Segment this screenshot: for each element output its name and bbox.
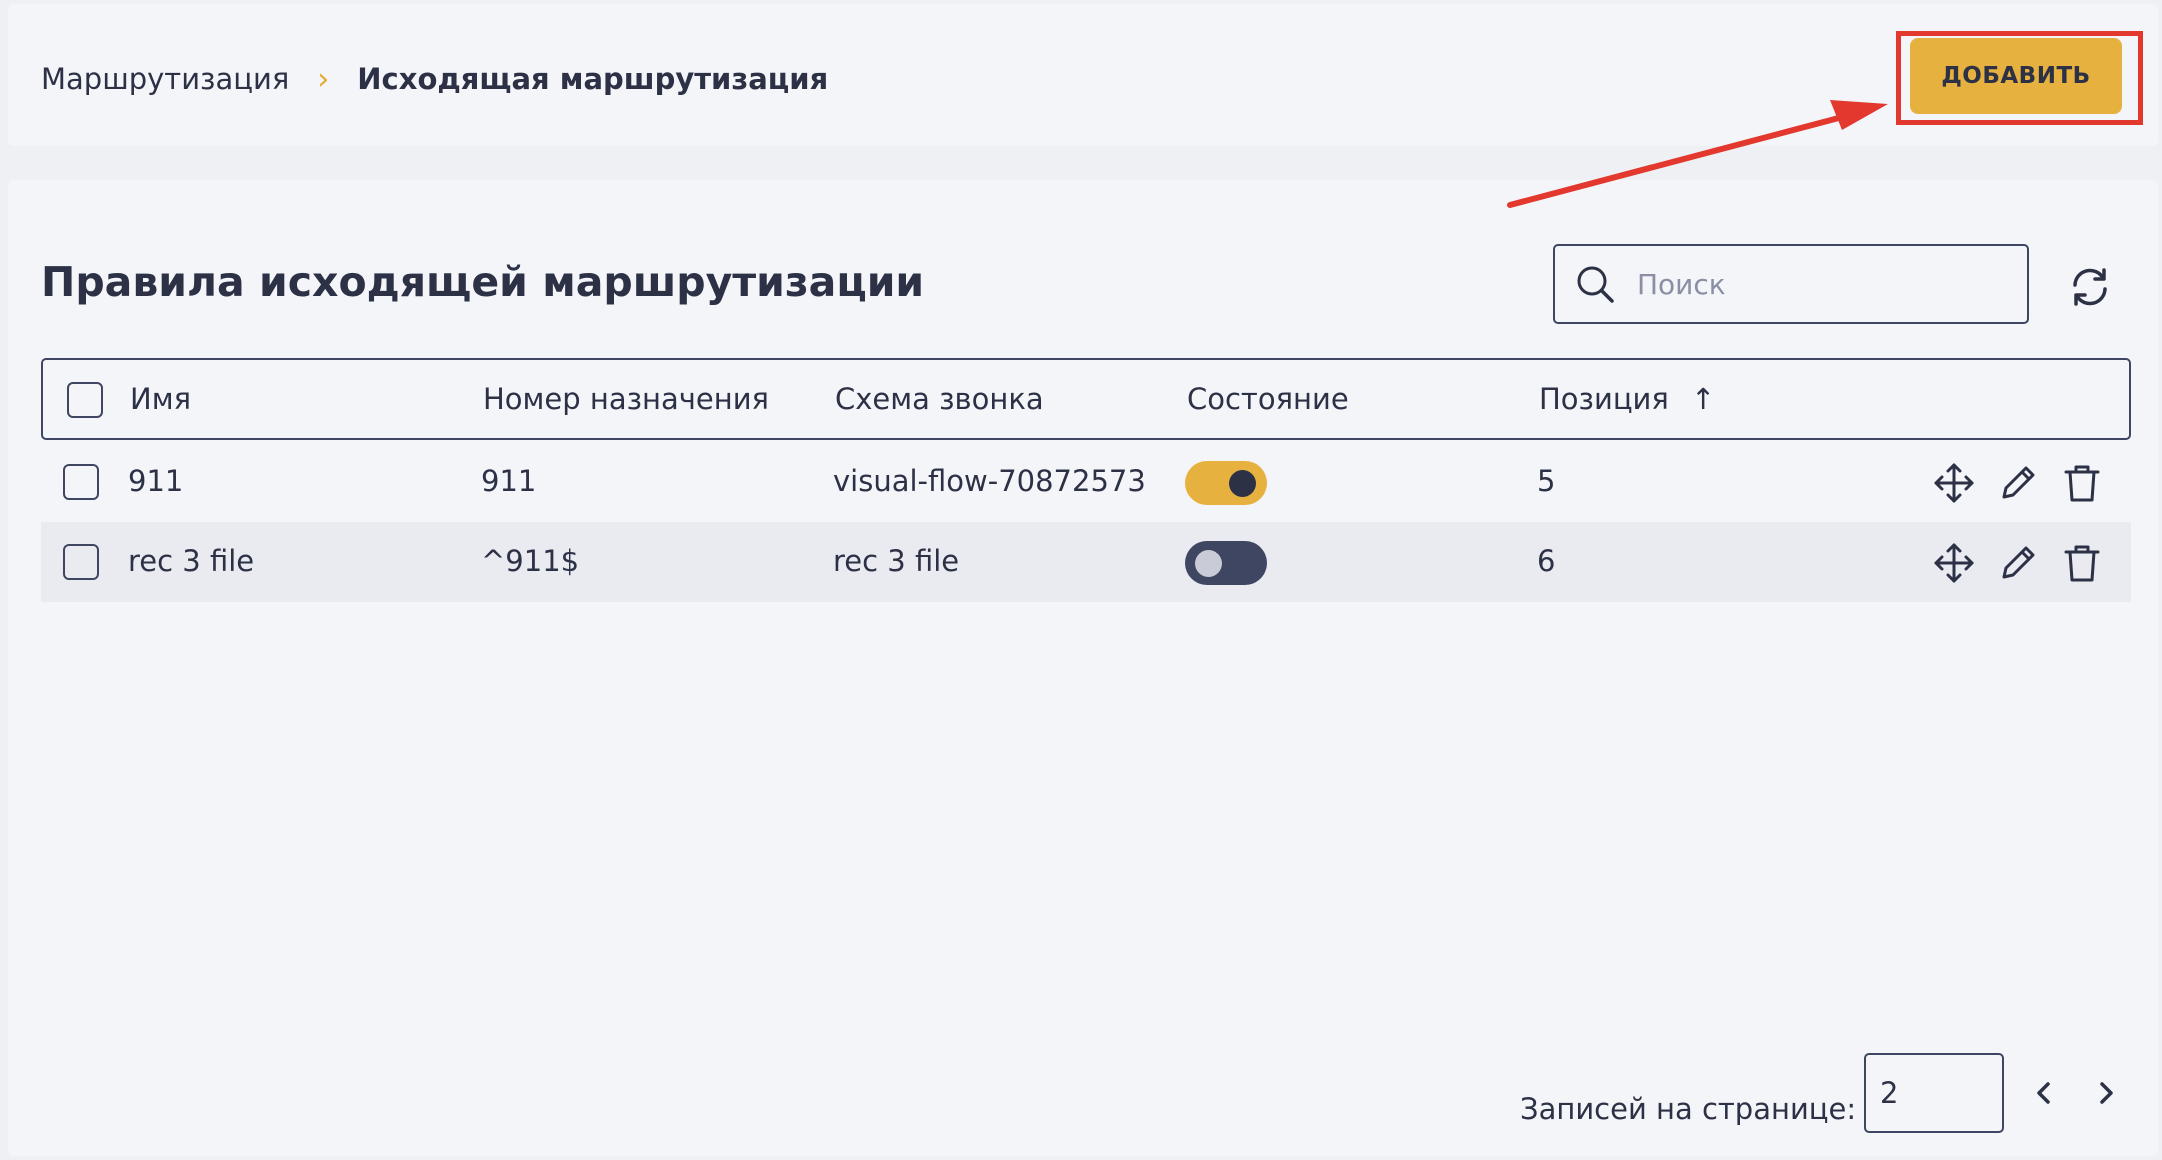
- chevron-right-icon: [2100, 1082, 2113, 1104]
- main-panel: Правила исходящей маршрутизации Имя Номе…: [8, 180, 2158, 1156]
- search-box: [1553, 244, 2029, 324]
- row-checkbox[interactable]: [63, 464, 99, 500]
- table-row[interactable]: 911 911 visual-flow-70872573 5: [41, 442, 2131, 522]
- edit-icon[interactable]: [1995, 540, 2041, 586]
- annotation-highlight-box: [1896, 31, 2143, 125]
- row-actions: [1931, 540, 2105, 586]
- row-destination: 911: [481, 464, 537, 498]
- breadcrumb-current: Исходящая маршрутизация: [357, 62, 829, 96]
- page-header: Маршрутизация › Исходящая маршрутизация: [8, 4, 2158, 146]
- row-checkbox[interactable]: [63, 544, 99, 580]
- edit-icon[interactable]: [1995, 460, 2041, 506]
- state-toggle[interactable]: [1185, 461, 1267, 505]
- breadcrumb-parent[interactable]: Маршрутизация: [41, 62, 289, 96]
- breadcrumb: Маршрутизация › Исходящая маршрутизация: [41, 59, 828, 99]
- select-all-checkbox[interactable]: [67, 382, 103, 418]
- row-position: 6: [1537, 544, 1556, 578]
- move-icon[interactable]: [1931, 460, 1977, 506]
- trash-icon[interactable]: [2059, 540, 2105, 586]
- row-scheme: rec 3 file: [833, 544, 960, 578]
- search-input[interactable]: [1637, 267, 1997, 301]
- column-header-destination[interactable]: Номер назначения: [483, 382, 769, 416]
- row-name: rec 3 file: [128, 544, 255, 578]
- column-header-scheme[interactable]: Схема звонка: [835, 382, 1044, 416]
- toggle-knob: [1195, 550, 1222, 577]
- refresh-icon: [2073, 268, 2107, 306]
- breadcrumb-separator: ›: [317, 61, 330, 97]
- column-header-name[interactable]: Имя: [130, 382, 191, 416]
- page-title: Правила исходящей маршрутизации: [41, 258, 925, 306]
- table-row[interactable]: rec 3 file ^911$ rec 3 file 6: [41, 522, 2131, 602]
- state-toggle[interactable]: [1185, 541, 1267, 585]
- table-header: Имя Номер назначения Схема звонка Состоя…: [41, 358, 2131, 440]
- row-actions: [1931, 460, 2105, 506]
- next-page-button[interactable]: [2086, 1073, 2126, 1113]
- row-destination: ^911$: [481, 544, 580, 578]
- row-position: 5: [1537, 464, 1556, 498]
- page: Маршрутизация › Исходящая маршрутизация …: [0, 0, 2162, 1160]
- column-header-state[interactable]: Состояние: [1187, 382, 1349, 416]
- chevron-left-icon: [2037, 1082, 2050, 1104]
- sort-asc-icon[interactable]: ↑: [1691, 382, 1715, 416]
- per-page-input[interactable]: [1864, 1053, 2004, 1133]
- prev-page-button[interactable]: [2024, 1073, 2064, 1113]
- move-icon[interactable]: [1931, 540, 1977, 586]
- toggle-knob: [1229, 470, 1256, 497]
- refresh-button[interactable]: [2065, 262, 2115, 312]
- row-scheme: visual-flow-70872573: [833, 464, 1146, 498]
- trash-icon[interactable]: [2059, 460, 2105, 506]
- row-name: 911: [128, 464, 184, 498]
- search-icon: [1577, 266, 1614, 303]
- column-header-position[interactable]: Позиция: [1539, 382, 1669, 416]
- pager-label: Записей на странице:: [1520, 1092, 1857, 1126]
